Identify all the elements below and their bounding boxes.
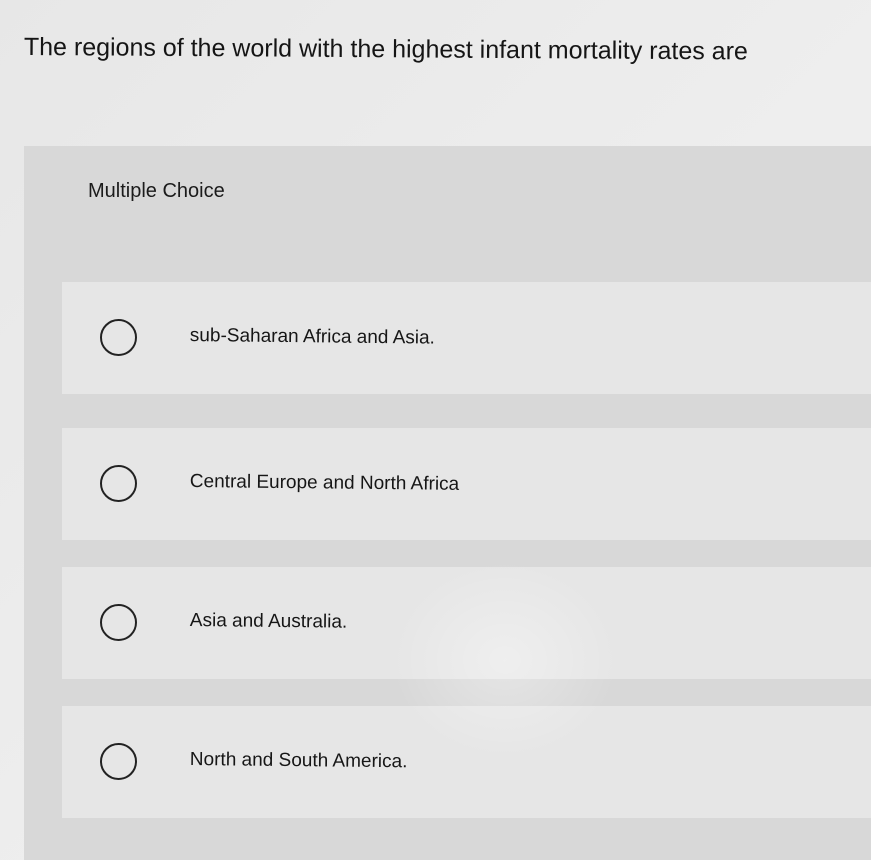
radio-button-icon[interactable] — [100, 465, 137, 502]
answer-option-4[interactable]: North and South America. — [62, 706, 871, 818]
answer-option-label: North and South America. — [189, 748, 408, 773]
answer-option-2[interactable]: Central Europe and North Africa — [62, 428, 871, 540]
answer-option-label: sub-Saharan Africa and Asia. — [189, 324, 436, 349]
answer-option-label: Central Europe and North Africa — [189, 470, 460, 495]
answer-option-label: Asia and Australia. — [189, 609, 348, 633]
radio-button-icon[interactable] — [100, 604, 137, 641]
answer-option-1[interactable]: sub-Saharan Africa and Asia. — [62, 282, 871, 394]
question-type-label: Multiple Choice — [88, 180, 225, 202]
answer-option-3[interactable]: Asia and Australia. — [62, 567, 871, 679]
radio-button-icon[interactable] — [100, 743, 137, 780]
question-text: The regions of the world with the highes… — [23, 32, 748, 66]
radio-button-icon[interactable] — [100, 319, 137, 356]
